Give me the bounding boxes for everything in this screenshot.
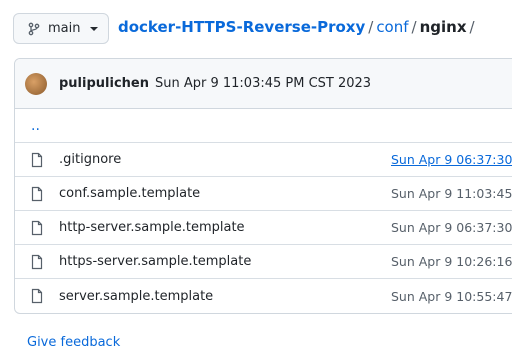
file-name[interactable]: http-server.sample.template — [59, 220, 391, 235]
file-icon — [31, 220, 43, 235]
latest-commit-bar: pulipulichen Sun Apr 9 11:03:45 PM CST 2… — [15, 59, 512, 109]
file-list: .gitignore Sun Apr 9 06:37:30 conf.sampl… — [15, 143, 512, 313]
breadcrumb-current: nginx — [419, 18, 467, 36]
branch-selector-button[interactable]: main — [13, 13, 109, 44]
file-commit-date[interactable]: Sun Apr 9 11:03:45 — [391, 186, 512, 201]
file-row[interactable]: http-server.sample.template Sun Apr 9 06… — [15, 211, 512, 245]
commit-author[interactable]: pulipulichen — [59, 76, 149, 91]
file-commit-date[interactable]: Sun Apr 9 10:55:47 — [391, 289, 512, 304]
branch-name: main — [48, 21, 81, 36]
file-row[interactable]: conf.sample.template Sun Apr 9 11:03:45 — [15, 177, 512, 211]
breadcrumb-separator: / — [411, 18, 417, 36]
file-icon — [31, 186, 43, 201]
file-name[interactable]: .gitignore — [59, 152, 391, 167]
avatar[interactable] — [25, 72, 47, 95]
file-icon — [31, 152, 43, 167]
file-commit-date[interactable]: Sun Apr 9 10:26:16 — [391, 254, 512, 269]
breadcrumb-conf-link[interactable]: conf — [376, 18, 408, 36]
give-feedback-link[interactable]: Give feedback — [27, 335, 120, 350]
parent-directory-link[interactable]: .. — [15, 109, 512, 143]
file-icon — [31, 288, 43, 304]
file-name[interactable]: https-server.sample.template — [59, 254, 391, 269]
breadcrumb: docker-HTTPS-Reverse-Proxy / conf / nginx / — [118, 18, 478, 36]
file-commit-date[interactable]: Sun Apr 9 06:37:30 — [391, 152, 512, 167]
file-row[interactable]: https-server.sample.template Sun Apr 9 1… — [15, 245, 512, 279]
file-row[interactable]: .gitignore Sun Apr 9 06:37:30 — [15, 143, 512, 177]
git-branch-icon — [28, 22, 40, 35]
chevron-down-icon — [90, 26, 99, 31]
file-browser: pulipulichen Sun Apr 9 11:03:45 PM CST 2… — [14, 58, 512, 314]
file-row[interactable]: server.sample.template Sun Apr 9 10:55:4… — [15, 279, 512, 313]
file-commit-date[interactable]: Sun Apr 9 06:37:30 — [391, 220, 512, 235]
commit-date: Sun Apr 9 11:03:45 PM CST 2023 — [154, 76, 372, 91]
file-name[interactable]: conf.sample.template — [59, 186, 391, 201]
breadcrumb-separator: / — [368, 18, 374, 36]
breadcrumb-separator: / — [469, 18, 475, 36]
file-name[interactable]: server.sample.template — [59, 289, 391, 304]
breadcrumb-repo-link[interactable]: docker-HTTPS-Reverse-Proxy — [118, 18, 365, 36]
file-icon — [31, 254, 43, 269]
